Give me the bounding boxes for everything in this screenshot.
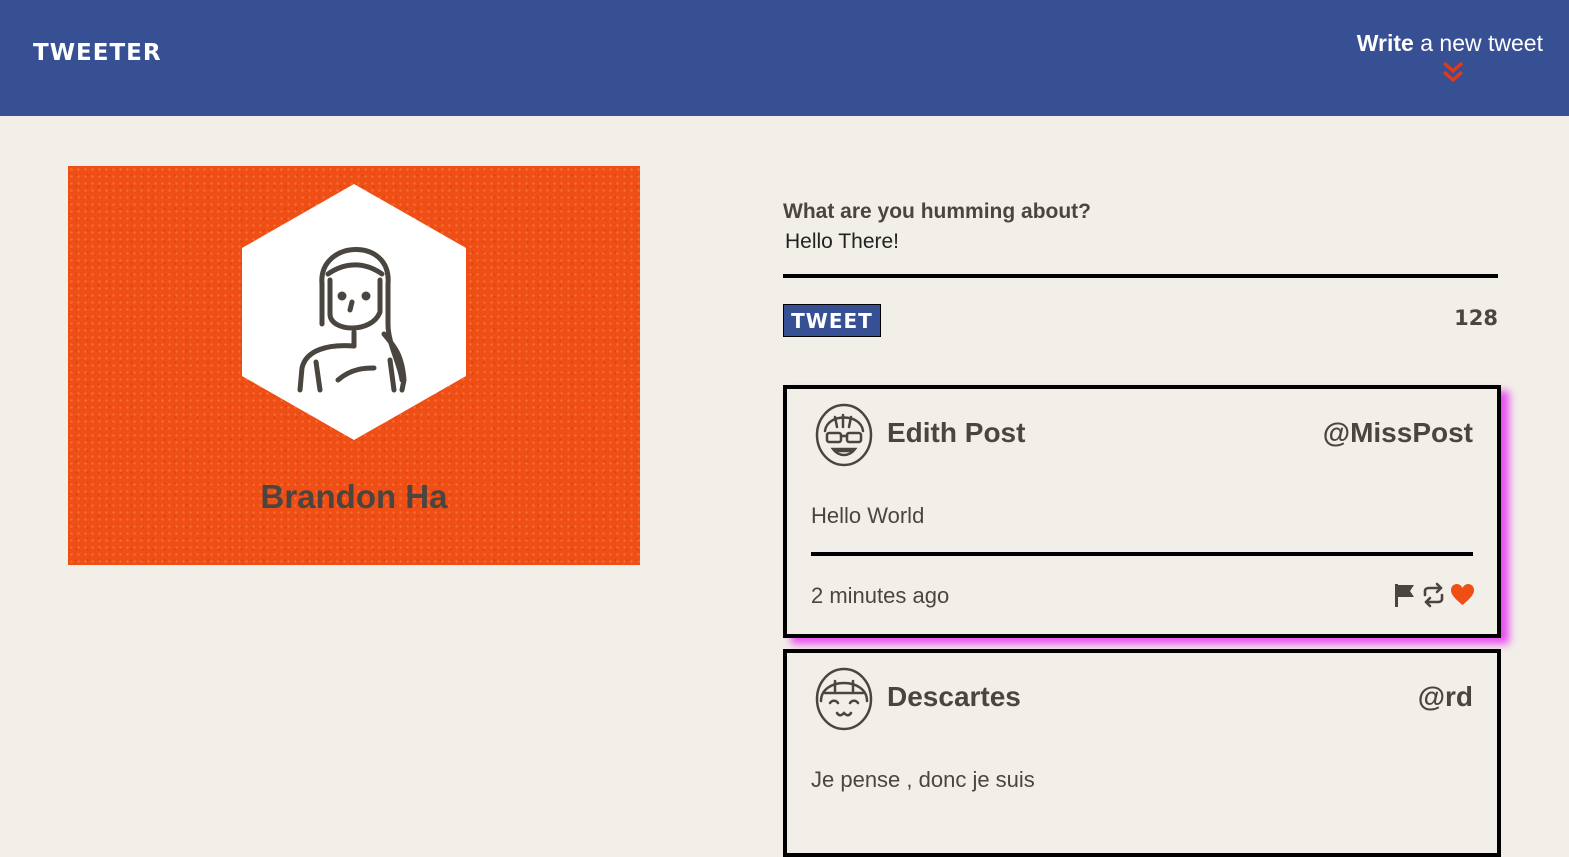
double-chevron-down-icon [1442, 61, 1464, 83]
character-counter: 128 [1454, 306, 1498, 330]
tweet-card: Descartes @rd Je pense , donc je suis [783, 649, 1501, 857]
compose-label: What are you humming about? [783, 200, 1091, 223]
tweet-timestamp: 2 minutes ago [811, 583, 950, 608]
profile-name: Brandon Ha [260, 478, 448, 515]
retweet-icon[interactable] [1421, 581, 1446, 609]
avatar-smiling-girl-icon [815, 667, 873, 731]
compose-rest-text: a new tweet [1413, 30, 1543, 56]
tweet-card: Edith Post @MissPost Hello World 2 minut… [783, 385, 1501, 638]
tweet-author: Descartes [887, 681, 1021, 712]
profile-banner: Brandon Ha [68, 166, 640, 565]
tweet-handle: @MissPost [1322, 417, 1473, 448]
heart-icon[interactable] [1450, 581, 1475, 609]
tweet-submit-button[interactable]: TWEET [783, 304, 881, 337]
tweet-textarea[interactable]: Hello There! [783, 230, 1498, 278]
compose-strong-text: Write [1356, 30, 1414, 56]
tweet-content: Hello World [811, 503, 925, 528]
tweet-author: Edith Post [887, 417, 1026, 448]
avatar-sunglasses-icon [815, 403, 873, 467]
top-navbar: TWEETER Write a new tweet [0, 0, 1569, 116]
flag-icon[interactable] [1392, 581, 1417, 609]
brand-logo[interactable]: TWEETER [33, 40, 162, 66]
write-new-tweet-button[interactable]: Write a new tweet [1356, 30, 1543, 83]
compose-form: What are you humming about? Hello There!… [783, 200, 1498, 337]
tweet-divider [811, 552, 1473, 556]
profile-avatar-icon [242, 184, 466, 440]
tweet-content: Je pense , donc je suis [811, 767, 1035, 792]
tweet-actions [1392, 581, 1475, 609]
tweet-handle: @rd [1417, 681, 1473, 712]
